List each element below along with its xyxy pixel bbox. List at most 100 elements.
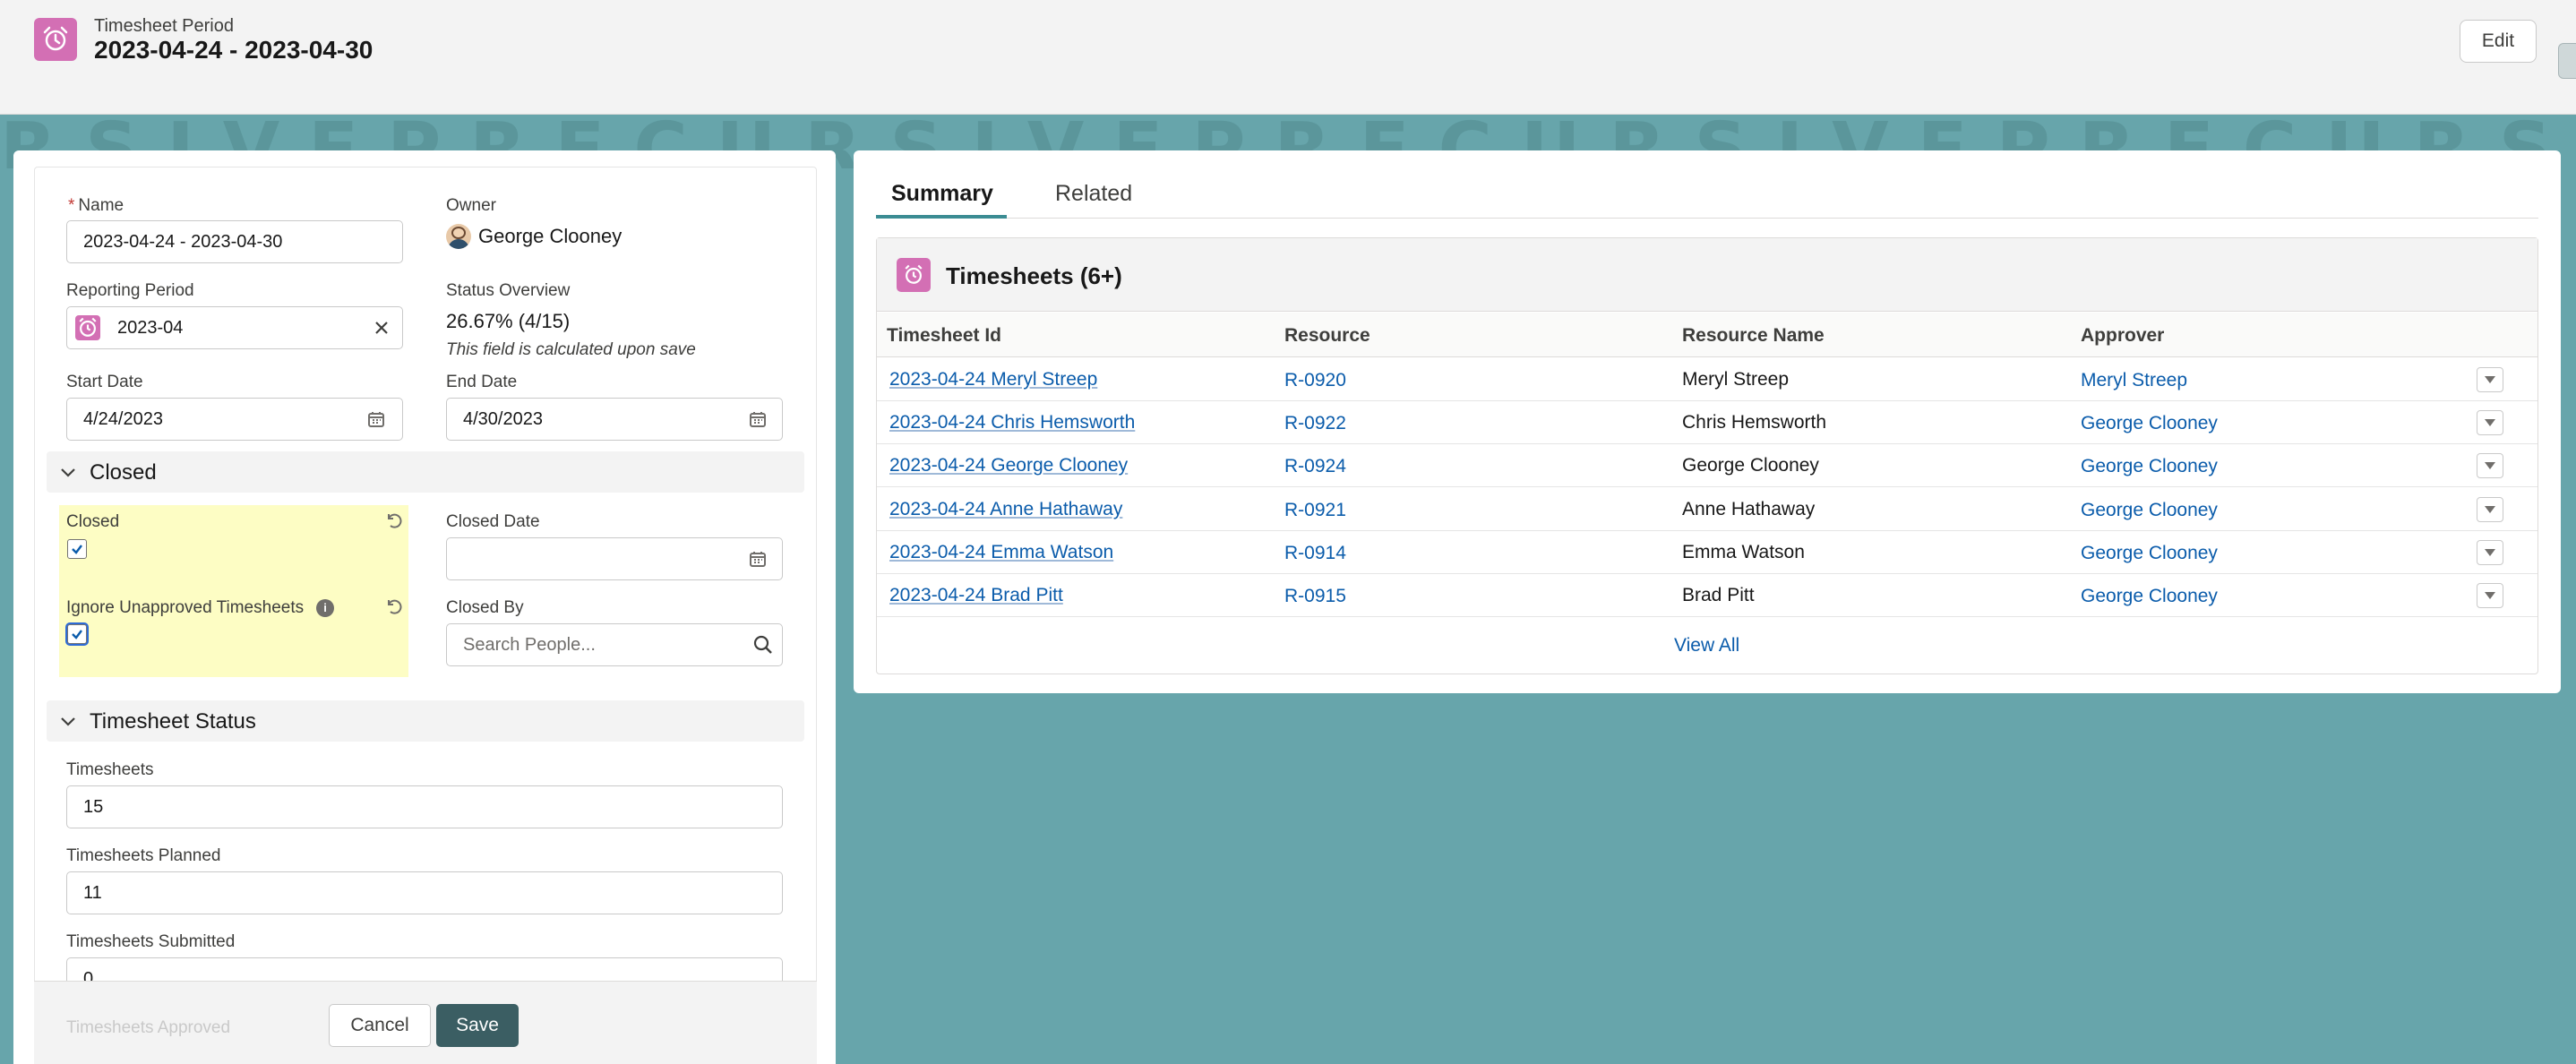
resource-link[interactable]: R-0921 [1284, 500, 1346, 521]
ignore-unapproved-checkbox[interactable] [67, 624, 87, 644]
chevron-down-icon [2485, 549, 2495, 556]
undo-icon[interactable] [383, 596, 403, 616]
view-all-link[interactable]: View All [1674, 635, 1739, 656]
closed-label: Closed [66, 512, 120, 531]
timesheets-planned-label: Timesheets Planned [66, 846, 221, 865]
clear-icon[interactable] [373, 319, 391, 337]
resource-name: Chris Hemsworth [1682, 412, 1827, 433]
end-date-input[interactable] [446, 398, 783, 441]
end-date-label: End Date [446, 373, 518, 391]
resource-name: George Clooney [1682, 455, 1819, 476]
record-header: Timesheet Period 2023-04-24 - 2023-04-30… [0, 0, 2576, 115]
alarm-clock-icon [897, 258, 931, 292]
timesheet-id-link[interactable]: 2023-04-24 George Clooney [889, 455, 1128, 476]
timesheet-id-link[interactable]: 2023-04-24 Meryl Streep [889, 369, 1097, 390]
column-header: Timesheet Id [887, 325, 1001, 346]
timesheets-submitted-label: Timesheets Submitted [66, 932, 236, 951]
side-panel-handle[interactable] [2558, 43, 2576, 79]
tab-active-indicator [876, 215, 1007, 219]
section-timesheet-status-title: Timesheet Status [90, 709, 256, 734]
calendar-icon[interactable] [749, 410, 767, 428]
resource-name: Brad Pitt [1682, 585, 1755, 605]
object-label: Timesheet Period [94, 16, 234, 36]
related-list-title[interactable]: Timesheets (6+) [946, 262, 1122, 290]
approver-link[interactable]: George Clooney [2081, 586, 2218, 607]
timesheet-id-link[interactable]: 2023-04-24 Chris Hemsworth [889, 412, 1135, 433]
start-date-input[interactable] [66, 398, 403, 441]
search-icon[interactable] [752, 634, 774, 656]
timesheet-id-link[interactable]: 2023-04-24 Brad Pitt [889, 585, 1063, 606]
cancel-button[interactable]: Cancel [329, 1004, 431, 1047]
checkmark-icon [72, 630, 82, 639]
resource-link[interactable]: R-0914 [1284, 543, 1346, 564]
chevron-down-icon [2485, 462, 2495, 469]
status-overview-label: Status Overview [446, 281, 571, 300]
checkmark-icon [72, 545, 82, 554]
section-closed-header[interactable]: Closed [47, 451, 804, 493]
tab-summary[interactable]: Summary [891, 181, 993, 207]
name-label: * Name [68, 196, 125, 215]
resource-name: Emma Watson [1682, 542, 1805, 562]
chevron-down-icon [61, 468, 75, 477]
closed-by-search-input[interactable] [446, 623, 783, 666]
timesheets-input[interactable] [66, 785, 783, 828]
chevron-down-icon [61, 717, 75, 726]
timesheet-id-link[interactable]: 2023-04-24 Anne Hathaway [889, 499, 1122, 520]
info-icon[interactable]: i [316, 599, 334, 617]
status-overview-hint: This field is calculated upon save [446, 340, 696, 359]
undo-icon[interactable] [383, 511, 403, 530]
name-input[interactable] [66, 220, 403, 263]
calendar-icon[interactable] [749, 550, 767, 568]
ignore-unapproved-label: Ignore Unapproved Timesheets [66, 598, 305, 617]
resource-link[interactable]: R-0922 [1284, 413, 1346, 434]
tab-related[interactable]: Related [1055, 181, 1132, 207]
row-actions-button[interactable] [2477, 497, 2503, 522]
resource-link[interactable]: R-0924 [1284, 456, 1346, 477]
start-date-label: Start Date [66, 373, 143, 391]
approver-link[interactable]: Meryl Streep [2081, 370, 2187, 391]
reporting-period-lookup[interactable]: 2023-04 [66, 306, 403, 349]
row-actions-button[interactable] [2477, 583, 2503, 608]
owner-value[interactable]: George Clooney [478, 225, 622, 248]
alarm-clock-icon [34, 18, 77, 61]
save-button[interactable]: Save [436, 1004, 519, 1047]
column-header: Resource [1284, 325, 1370, 346]
column-header: Resource Name [1682, 325, 1825, 346]
edit-button[interactable]: Edit [2460, 20, 2537, 63]
chevron-down-icon [2485, 506, 2495, 513]
row-actions-button[interactable] [2477, 367, 2503, 392]
timesheets-label: Timesheets [66, 760, 154, 779]
resource-name: Meryl Streep [1682, 369, 1790, 390]
resource-name: Anne Hathaway [1682, 499, 1816, 519]
resource-link[interactable]: R-0915 [1284, 586, 1346, 607]
row-actions-button[interactable] [2477, 453, 2503, 478]
approver-link[interactable]: George Clooney [2081, 456, 2218, 477]
closed-date-label: Closed Date [446, 512, 540, 531]
row-actions-button[interactable] [2477, 410, 2503, 435]
column-header: Approver [2081, 325, 2165, 346]
closed-date-input[interactable] [446, 537, 783, 580]
timesheets-approved-label: Timesheets Approved [66, 1018, 231, 1037]
timesheets-planned-input[interactable] [66, 871, 783, 914]
reporting-period-label: Reporting Period [66, 281, 194, 300]
timesheet-id-link[interactable]: 2023-04-24 Emma Watson [889, 542, 1113, 563]
resource-link[interactable]: R-0920 [1284, 370, 1346, 391]
chevron-down-icon [2485, 592, 2495, 599]
tab-divider [876, 218, 2538, 219]
approver-link[interactable]: George Clooney [2081, 543, 2218, 564]
related-list-header [877, 238, 2537, 312]
chevron-down-icon [2485, 376, 2495, 383]
section-closed-title: Closed [90, 460, 157, 485]
closed-checkbox[interactable] [67, 539, 87, 559]
approver-link[interactable]: George Clooney [2081, 413, 2218, 434]
row-actions-button[interactable] [2477, 540, 2503, 565]
status-overview-value: 26.67% (4/15) [446, 310, 571, 332]
chevron-down-icon [2485, 419, 2495, 426]
approver-link[interactable]: George Clooney [2081, 500, 2218, 521]
alarm-clock-icon [75, 315, 100, 340]
calendar-icon[interactable] [367, 410, 385, 428]
avatar [446, 224, 471, 249]
owner-label: Owner [446, 196, 496, 215]
section-timesheet-status-header[interactable]: Timesheet Status [47, 700, 804, 742]
closed-by-label: Closed By [446, 598, 524, 617]
